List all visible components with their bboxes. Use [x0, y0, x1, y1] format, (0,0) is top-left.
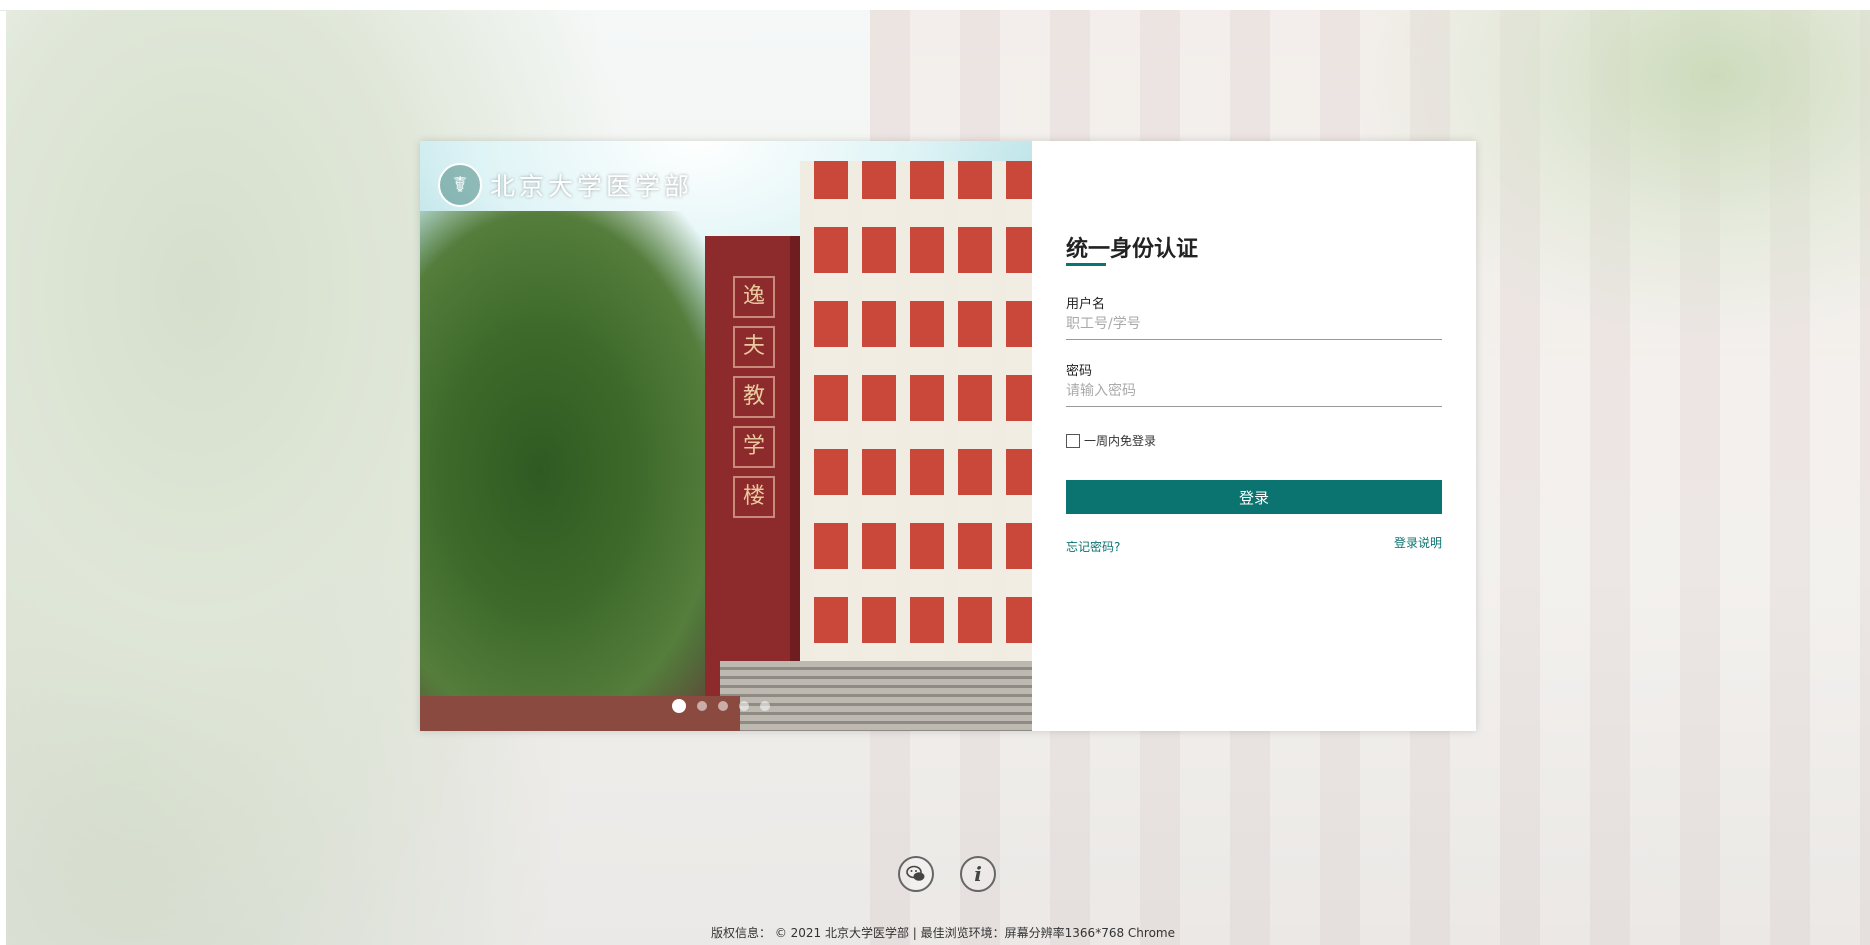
carousel-dot[interactable]: [697, 701, 707, 711]
password-input[interactable]: [1066, 376, 1442, 407]
carousel-dot[interactable]: [672, 699, 686, 713]
logo-text: 北京大学医学部: [490, 172, 694, 201]
carousel-dot[interactable]: [760, 701, 770, 711]
title-underline: [1066, 263, 1106, 266]
carousel-dot[interactable]: [718, 701, 728, 711]
login-panel: 统一身份认证 用户名 密码 一周内免登录 登录 忘记密码? 登录说明: [1032, 141, 1476, 731]
login-button[interactable]: 登录: [1066, 480, 1442, 514]
image-carousel[interactable]: 逸 夫 教 学 楼 ☤ 北京大学医学部: [420, 141, 1032, 731]
tower-char: 教: [733, 376, 775, 418]
bottom-icons: i: [898, 856, 996, 892]
forgot-password-link[interactable]: 忘记密码?: [1066, 538, 1120, 555]
footer-copyright: 版权信息： © 2021 北京大学医学部 | 最佳浏览环境：屏幕分辨率1366*…: [711, 926, 1175, 940]
login-card: 逸 夫 教 学 楼 ☤ 北京大学医学部 统一身份认证 用户名 密码: [420, 141, 1476, 731]
university-seal-icon: ☤: [438, 163, 482, 207]
wechat-icon[interactable]: [898, 856, 934, 892]
tower-char: 学: [733, 426, 775, 468]
tower-char: 逸: [733, 276, 775, 318]
username-input[interactable]: [1066, 309, 1442, 340]
login-title: 统一身份认证: [1066, 237, 1199, 262]
tower-char: 楼: [733, 476, 775, 518]
login-help-link[interactable]: 登录说明: [1394, 534, 1442, 551]
tower-char: 夫: [733, 326, 775, 368]
remember-checkbox[interactable]: [1066, 433, 1080, 448]
remember-me[interactable]: 一周内免登录: [1066, 432, 1156, 449]
carousel-dots: [672, 699, 770, 713]
teaching-building-tower: 逸 夫 教 学 楼: [705, 236, 800, 701]
carousel-dot[interactable]: [739, 701, 749, 711]
university-logo: ☤ 北京大学医学部: [438, 163, 693, 207]
remember-label: 一周内免登录: [1084, 434, 1157, 448]
info-icon[interactable]: i: [960, 856, 996, 892]
